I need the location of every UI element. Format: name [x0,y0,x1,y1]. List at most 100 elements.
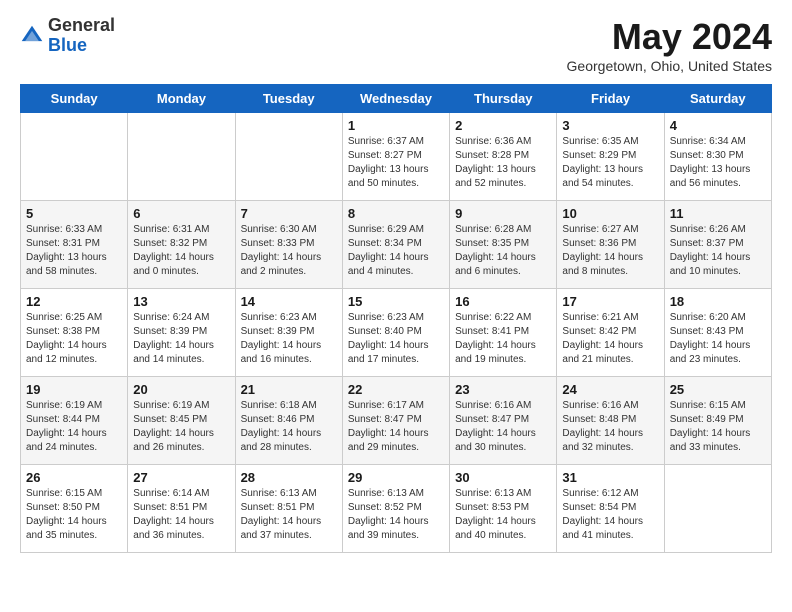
calendar-cell: 13 Sunrise: 6:24 AM Sunset: 8:39 PM Dayli… [128,289,235,377]
day-info: Sunrise: 6:20 AM Sunset: 8:43 PM Dayligh… [670,311,766,367]
day-info: Sunrise: 6:16 AM Sunset: 8:48 PM Dayligh… [562,399,658,455]
header-day: Friday [557,85,664,113]
day-info: Sunrise: 6:25 AM Sunset: 8:38 PM Dayligh… [26,311,122,367]
day-number: 28 [241,470,337,485]
calendar-title: May 2024 [567,16,772,58]
logo: General Blue [20,16,115,56]
day-info: Sunrise: 6:27 AM Sunset: 8:36 PM Dayligh… [562,223,658,279]
day-number: 3 [562,118,658,133]
day-number: 10 [562,206,658,221]
day-info: Sunrise: 6:23 AM Sunset: 8:40 PM Dayligh… [348,311,444,367]
calendar-cell: 5Sunrise: 6:33 AM Sunset: 8:31 PM Daylig… [21,201,128,289]
day-number: 12 [26,294,122,309]
header-day: Monday [128,85,235,113]
calendar-week-row: 19Sunrise: 6:19 AM Sunset: 8:44 PM Dayli… [21,377,772,465]
calendar-cell: 11 Sunrise: 6:26 AM Sunset: 8:37 PM Dayli… [664,201,771,289]
day-number: 21 [241,382,337,397]
calendar-cell: 12 Sunrise: 6:25 AM Sunset: 8:38 PM Dayli… [21,289,128,377]
day-number: 7 [241,206,337,221]
calendar-cell: 20 Sunrise: 6:19 AM Sunset: 8:45 PM Dayli… [128,377,235,465]
day-info: Sunrise: 6:34 AM Sunset: 8:30 PM Dayligh… [670,135,766,191]
day-number: 20 [133,382,229,397]
day-number: 1 [348,118,444,133]
day-info: Sunrise: 6:17 AM Sunset: 8:47 PM Dayligh… [348,399,444,455]
day-number: 11 [670,206,766,221]
day-info: Sunrise: 6:12 AM Sunset: 8:54 PM Dayligh… [562,487,658,543]
day-number: 18 [670,294,766,309]
calendar-cell: 26 Sunrise: 6:15 AM Sunset: 8:50 PM Dayli… [21,465,128,553]
day-info: Sunrise: 6:29 AM Sunset: 8:34 PM Dayligh… [348,223,444,279]
calendar-subtitle: Georgetown, Ohio, United States [567,58,772,74]
header: General Blue May 2024 Georgetown, Ohio, … [20,16,772,74]
day-info: Sunrise: 6:23 AM Sunset: 8:39 PM Dayligh… [241,311,337,367]
day-number: 8 [348,206,444,221]
day-number: 22 [348,382,444,397]
day-info: Sunrise: 6:28 AM Sunset: 8:35 PM Dayligh… [455,223,551,279]
day-info: Sunrise: 6:13 AM Sunset: 8:52 PM Dayligh… [348,487,444,543]
day-info: Sunrise: 6:35 AM Sunset: 8:29 PM Dayligh… [562,135,658,191]
day-info: Sunrise: 6:37 AM Sunset: 8:27 PM Dayligh… [348,135,444,191]
calendar-cell: 8 Sunrise: 6:29 AM Sunset: 8:34 PM Daylig… [342,201,449,289]
calendar-cell: 24Sunrise: 6:16 AM Sunset: 8:48 PM Dayli… [557,377,664,465]
day-number: 16 [455,294,551,309]
calendar-cell: 15 Sunrise: 6:23 AM Sunset: 8:40 PM Dayli… [342,289,449,377]
calendar-cell: 25Sunrise: 6:15 AM Sunset: 8:49 PM Dayli… [664,377,771,465]
day-info: Sunrise: 6:30 AM Sunset: 8:33 PM Dayligh… [241,223,337,279]
calendar-cell: 31 Sunrise: 6:12 AM Sunset: 8:54 PM Dayli… [557,465,664,553]
calendar-cell: 2 Sunrise: 6:36 AM Sunset: 8:28 PM Daylig… [450,113,557,201]
day-info: Sunrise: 6:14 AM Sunset: 8:51 PM Dayligh… [133,487,229,543]
day-number: 30 [455,470,551,485]
calendar-cell: 27 Sunrise: 6:14 AM Sunset: 8:51 PM Dayli… [128,465,235,553]
calendar-cell: 18 Sunrise: 6:20 AM Sunset: 8:43 PM Dayli… [664,289,771,377]
calendar-cell: 7 Sunrise: 6:30 AM Sunset: 8:33 PM Daylig… [235,201,342,289]
calendar-week-row: 12 Sunrise: 6:25 AM Sunset: 8:38 PM Dayli… [21,289,772,377]
day-info: Sunrise: 6:24 AM Sunset: 8:39 PM Dayligh… [133,311,229,367]
logo-icon [20,24,44,48]
day-number: 17 [562,294,658,309]
day-info: Sunrise: 6:13 AM Sunset: 8:53 PM Dayligh… [455,487,551,543]
day-info: Sunrise: 6:26 AM Sunset: 8:37 PM Dayligh… [670,223,766,279]
day-info: Sunrise: 6:19 AM Sunset: 8:45 PM Dayligh… [133,399,229,455]
calendar-cell: 10 Sunrise: 6:27 AM Sunset: 8:36 PM Dayli… [557,201,664,289]
day-info: Sunrise: 6:33 AM Sunset: 8:31 PM Dayligh… [26,223,122,279]
logo-blue: Blue [48,35,87,55]
calendar-cell: 28Sunrise: 6:13 AM Sunset: 8:51 PM Dayli… [235,465,342,553]
calendar-week-row: 5Sunrise: 6:33 AM Sunset: 8:31 PM Daylig… [21,201,772,289]
day-number: 27 [133,470,229,485]
logo-general: General [48,15,115,35]
day-info: Sunrise: 6:22 AM Sunset: 8:41 PM Dayligh… [455,311,551,367]
header-day: Wednesday [342,85,449,113]
calendar-cell [21,113,128,201]
day-info: Sunrise: 6:36 AM Sunset: 8:28 PM Dayligh… [455,135,551,191]
calendar-cell: 21Sunrise: 6:18 AM Sunset: 8:46 PM Dayli… [235,377,342,465]
calendar-cell: 3 Sunrise: 6:35 AM Sunset: 8:29 PM Daylig… [557,113,664,201]
day-info: Sunrise: 6:31 AM Sunset: 8:32 PM Dayligh… [133,223,229,279]
day-number: 29 [348,470,444,485]
calendar-body: 1 Sunrise: 6:37 AM Sunset: 8:27 PM Daylig… [21,113,772,553]
calendar-cell: 1 Sunrise: 6:37 AM Sunset: 8:27 PM Daylig… [342,113,449,201]
day-number: 19 [26,382,122,397]
calendar-week-row: 1 Sunrise: 6:37 AM Sunset: 8:27 PM Daylig… [21,113,772,201]
day-number: 9 [455,206,551,221]
day-info: Sunrise: 6:21 AM Sunset: 8:42 PM Dayligh… [562,311,658,367]
logo-text: General Blue [48,16,115,56]
day-number: 14 [241,294,337,309]
calendar-cell: 19Sunrise: 6:19 AM Sunset: 8:44 PM Dayli… [21,377,128,465]
calendar-cell: 23Sunrise: 6:16 AM Sunset: 8:47 PM Dayli… [450,377,557,465]
header-day: Tuesday [235,85,342,113]
calendar-header: SundayMondayTuesdayWednesdayThursdayFrid… [21,85,772,113]
day-number: 15 [348,294,444,309]
day-number: 31 [562,470,658,485]
calendar-cell: 9 Sunrise: 6:28 AM Sunset: 8:35 PM Daylig… [450,201,557,289]
day-number: 13 [133,294,229,309]
calendar-cell [235,113,342,201]
header-day: Thursday [450,85,557,113]
calendar-cell: 30 Sunrise: 6:13 AM Sunset: 8:53 PM Dayli… [450,465,557,553]
day-number: 26 [26,470,122,485]
day-number: 2 [455,118,551,133]
header-day: Saturday [664,85,771,113]
calendar-cell: 29 Sunrise: 6:13 AM Sunset: 8:52 PM Dayli… [342,465,449,553]
calendar-cell: 6Sunrise: 6:31 AM Sunset: 8:32 PM Daylig… [128,201,235,289]
day-info: Sunrise: 6:15 AM Sunset: 8:50 PM Dayligh… [26,487,122,543]
day-number: 25 [670,382,766,397]
